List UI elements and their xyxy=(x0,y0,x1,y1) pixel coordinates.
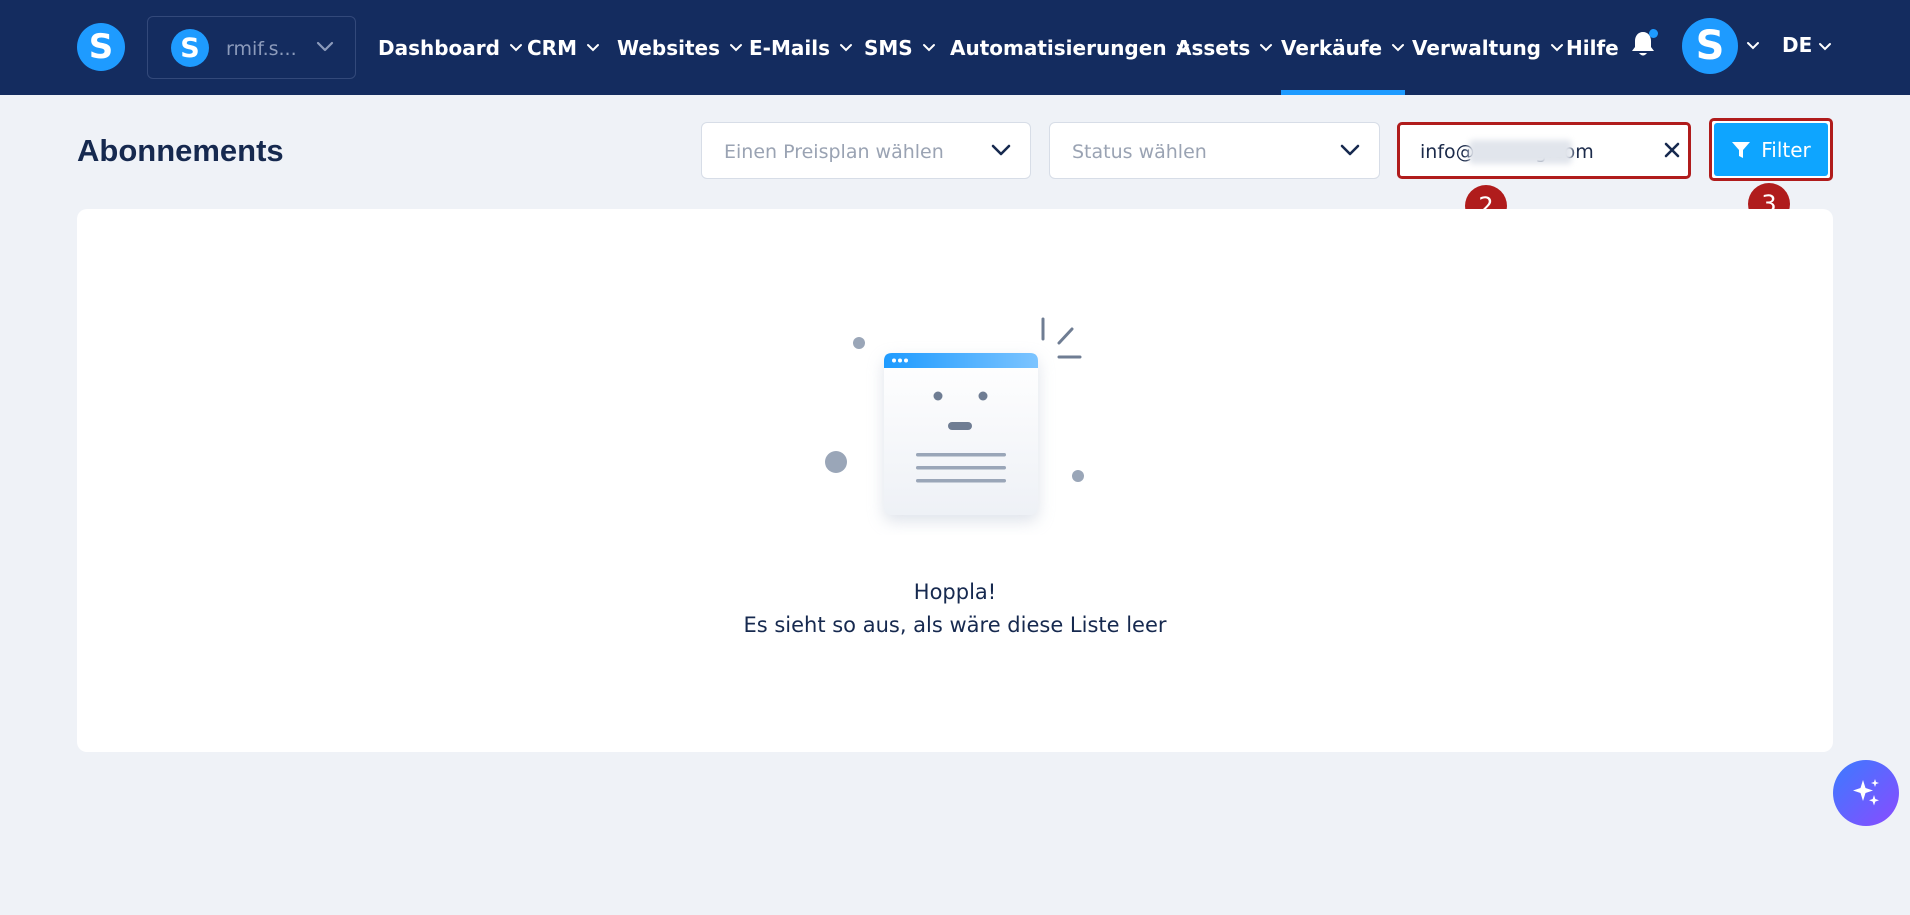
nav-label: CRM xyxy=(527,35,577,60)
top-navigation-bar: S S rmif.s... Dashboard CRM Websites E-M… xyxy=(0,0,1910,95)
empty-state-title: Hoppla! xyxy=(913,580,997,604)
language-selector[interactable]: DE xyxy=(1782,33,1812,57)
nav-help[interactable]: Hilfe xyxy=(1566,0,1619,95)
nav-label: Hilfe xyxy=(1566,35,1619,60)
nav-websites[interactable]: Websites xyxy=(617,0,743,95)
chevron-down-icon[interactable] xyxy=(1818,37,1832,56)
account-name: rmif.s... xyxy=(226,38,297,60)
chevron-down-icon xyxy=(509,43,523,53)
nav-label: Automatisierungen xyxy=(950,35,1167,60)
price-plan-select[interactable]: Einen Preisplan wählen xyxy=(701,122,1031,179)
chevron-down-icon xyxy=(839,43,853,53)
nav-sms[interactable]: SMS xyxy=(864,0,936,95)
chevron-down-icon[interactable] xyxy=(1746,36,1760,55)
filter-button-label: Filter xyxy=(1761,137,1811,162)
nav-label: SMS xyxy=(864,35,913,60)
chevron-down-icon xyxy=(990,142,1012,162)
logo-letter: S xyxy=(88,27,114,67)
nav-label: E-Mails xyxy=(749,35,830,60)
notification-dot xyxy=(1649,29,1658,38)
chevron-down-icon xyxy=(586,43,600,53)
nav-label: Assets xyxy=(1176,35,1251,60)
empty-state-message: Es sieht so aus, als wäre diese Liste le… xyxy=(743,613,1167,637)
app-logo[interactable]: S xyxy=(77,23,125,71)
nav-label: Dashboard xyxy=(378,35,500,60)
nav-label: Verwaltung xyxy=(1412,35,1541,60)
nav-automations[interactable]: Automatisierungen xyxy=(950,0,1190,95)
sparkles-icon xyxy=(1853,779,1879,806)
account-switcher[interactable]: S rmif.s... xyxy=(147,16,356,79)
avatar-letter: S xyxy=(1695,23,1725,69)
redacted-text xyxy=(1469,140,1572,164)
chevron-down-icon xyxy=(1339,142,1361,162)
filter-button-body[interactable]: Filter xyxy=(1714,123,1828,176)
select-placeholder: Status wählen xyxy=(1072,141,1207,163)
filter-button[interactable]: Filter xyxy=(1709,118,1833,181)
email-search-field[interactable] xyxy=(1397,122,1691,179)
nav-label: Verkäufe xyxy=(1281,35,1383,60)
chevron-down-icon xyxy=(1391,43,1405,53)
account-logo: S xyxy=(171,29,209,67)
nav-dashboard[interactable]: Dashboard xyxy=(378,0,523,95)
chevron-down-icon xyxy=(315,39,335,58)
avatar[interactable]: S xyxy=(1682,18,1738,74)
nav-assets[interactable]: Assets xyxy=(1176,0,1273,95)
nav-label: Websites xyxy=(617,35,721,60)
account-logo-letter: S xyxy=(180,32,200,64)
close-icon[interactable] xyxy=(1660,138,1684,162)
chevron-down-icon xyxy=(922,43,936,53)
funnel-icon xyxy=(1732,141,1751,158)
nav-administration[interactable]: Verwaltung xyxy=(1412,0,1564,95)
chevron-down-icon xyxy=(1550,43,1564,53)
ai-assistant-button[interactable] xyxy=(1833,760,1899,826)
page-title: Abonnements xyxy=(77,133,284,168)
chevron-down-icon xyxy=(1259,43,1273,53)
nav-emails[interactable]: E-Mails xyxy=(749,0,853,95)
nav-sales[interactable]: Verkäufe xyxy=(1281,0,1406,95)
status-select[interactable]: Status wählen xyxy=(1049,122,1380,179)
chevron-down-icon xyxy=(729,43,743,53)
select-placeholder: Einen Preisplan wählen xyxy=(724,141,944,163)
empty-list-illustration xyxy=(825,317,1084,521)
nav-crm[interactable]: CRM xyxy=(527,0,600,95)
